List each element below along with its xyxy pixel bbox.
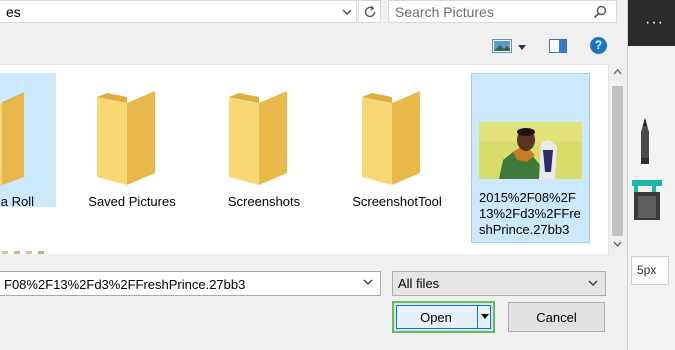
view-dropdown-icon[interactable] xyxy=(518,45,526,50)
toolbar: ? xyxy=(0,28,627,64)
open-options-button[interactable] xyxy=(477,306,491,328)
item-label: Saved Pictures xyxy=(88,194,176,209)
folder-icon xyxy=(229,91,287,185)
folder-saved-pictures[interactable]: Saved Pictures xyxy=(73,73,191,209)
item-label: Screenshots xyxy=(227,194,301,209)
search-input[interactable] xyxy=(395,3,585,21)
open-button[interactable]: Open xyxy=(392,301,495,333)
address-bar[interactable]: es xyxy=(0,0,357,23)
folder-screenshottool[interactable]: ScreenshotTool xyxy=(338,73,456,209)
chevron-down-icon[interactable] xyxy=(339,4,355,20)
more-options-icon[interactable]: ··· xyxy=(645,14,664,32)
cancel-button-label: Cancel xyxy=(536,310,577,325)
file-type-value: All files xyxy=(398,276,440,291)
file-list: a Roll Saved Pictures Screenshots Screen… xyxy=(0,64,608,254)
refresh-button[interactable] xyxy=(358,0,381,23)
search-box[interactable] xyxy=(388,0,617,23)
file-name-input[interactable] xyxy=(4,275,354,293)
open-button-label: Open xyxy=(420,310,452,325)
file-name-combo[interactable] xyxy=(0,271,381,296)
brush-size-field[interactable]: 5px xyxy=(631,256,669,285)
item-label: ScreenshotTool xyxy=(352,194,442,209)
address-path: es xyxy=(6,4,21,20)
app-titlebar: ··· xyxy=(628,0,675,46)
search-icon[interactable] xyxy=(592,4,608,20)
scroll-up-icon[interactable] xyxy=(613,68,622,77)
next-row-hint-icon xyxy=(2,251,44,254)
pen-tool-icon[interactable] xyxy=(637,118,653,164)
chevron-down-icon[interactable] xyxy=(363,279,373,285)
preview-pane-icon[interactable] xyxy=(549,39,567,53)
dropdown-arrow-icon xyxy=(481,314,489,319)
chevron-down-icon xyxy=(588,280,598,286)
folder-icon xyxy=(97,91,155,185)
item-label: a Roll xyxy=(0,194,34,209)
file-type-select[interactable]: All files xyxy=(392,271,606,296)
file-freshprince-image[interactable]: 2015%2F08%2F13%2Fd3%2FFreshPrince.27bb3 xyxy=(471,73,590,243)
refresh-icon xyxy=(364,5,376,18)
background-app-panel: ··· 5px xyxy=(627,0,675,350)
help-icon[interactable]: ? xyxy=(590,37,607,54)
folder-icon xyxy=(362,91,420,185)
change-view-icon[interactable] xyxy=(492,39,512,53)
folder-icon xyxy=(0,92,25,185)
brush-size-value: 5px xyxy=(637,263,657,277)
scroll-down-icon[interactable] xyxy=(613,239,622,248)
item-label: 2015%2F08%2F13%2Fd3%2FFreshPrince.27bb3 xyxy=(479,190,581,237)
fill-bucket-icon[interactable] xyxy=(632,180,662,220)
cancel-button[interactable]: Cancel xyxy=(508,302,605,332)
open-file-dialog: es ? a Roll Saved Pictures Screenshots xyxy=(0,0,627,350)
vertical-scrollbar[interactable] xyxy=(608,64,625,254)
open-button-face: Open xyxy=(396,305,491,329)
folder-camera-roll[interactable]: a Roll xyxy=(0,73,56,209)
scrollbar-thumb[interactable] xyxy=(612,86,623,236)
image-thumbnail xyxy=(479,122,582,179)
folder-screenshots[interactable]: Screenshots xyxy=(205,73,323,209)
navigation-bar: es xyxy=(0,0,627,25)
